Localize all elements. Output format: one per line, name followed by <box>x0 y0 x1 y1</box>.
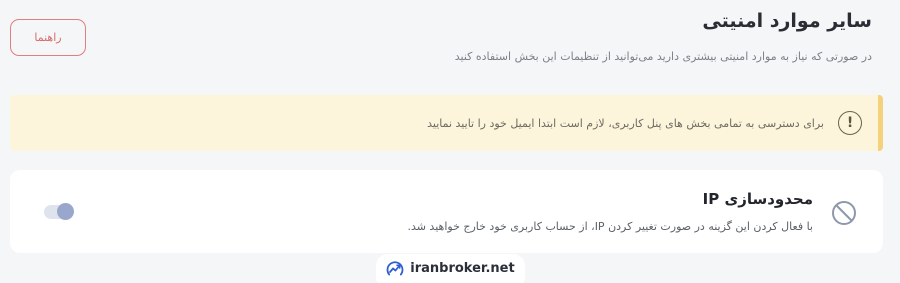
chart-logo-icon <box>386 260 404 278</box>
security-settings-page: سایر موارد امنیتی در صورتی که نیاز به مو… <box>0 0 900 283</box>
ip-restriction-card: محدودسازی IP با فعال کردن این گزینه در ص… <box>10 170 883 253</box>
watermark-text: iranbroker.net <box>410 261 515 276</box>
email-verification-alert: ! برای دسترسی به تمامی بخش های پنل کاربر… <box>10 95 883 151</box>
toggle-knob <box>57 203 74 220</box>
help-button[interactable]: راهنما <box>10 19 86 56</box>
block-icon <box>831 200 857 226</box>
page-title: سایر موارد امنیتی <box>702 10 872 32</box>
exclamation-icon: ! <box>838 111 862 135</box>
ip-restriction-description: با فعال کردن این گزینه در صورت تغییر کرد… <box>407 220 813 233</box>
alert-text: برای دسترسی به تمامی بخش های پنل کاربری،… <box>427 116 824 130</box>
ip-restriction-toggle[interactable] <box>44 203 74 220</box>
ip-restriction-title: محدودسازی IP <box>702 190 813 208</box>
page-subtitle: در صورتی که نیاز به موارد امنیتی بیشتری … <box>454 50 872 63</box>
watermark: iranbroker.net <box>376 254 525 283</box>
